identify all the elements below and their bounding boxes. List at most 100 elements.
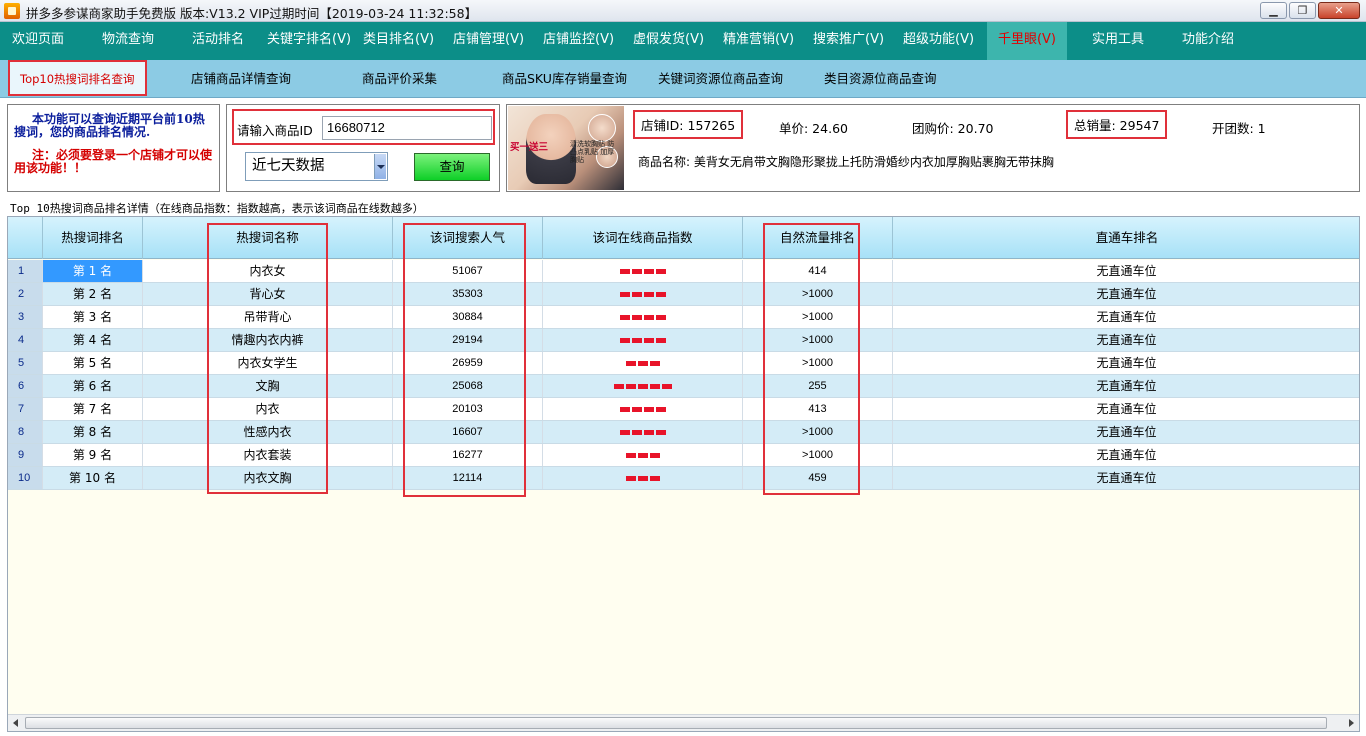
index-bar bbox=[619, 407, 630, 412]
main-menu: 欢迎页面 物流查询 活动排名 关键字排名(V) 类目排名(V) 店铺管理(V) … bbox=[0, 22, 1366, 60]
index-bars bbox=[543, 292, 742, 297]
menu-item-keyword-rank[interactable]: 关键字排名(V) bbox=[267, 22, 351, 60]
window-controls: ▁ ❐ ✕ bbox=[1260, 2, 1360, 19]
cell-online-index bbox=[543, 398, 743, 420]
index-bar bbox=[631, 338, 642, 343]
group-price: 团购价: 20.70 bbox=[912, 121, 994, 136]
header-rank[interactable]: 热搜词排名 bbox=[43, 217, 143, 259]
menu-item-qianliyan[interactable]: 千里眼(V) bbox=[987, 22, 1067, 60]
cell-zhitongche-rank: 无直通车位 bbox=[893, 283, 1359, 305]
cell-rank: 第 2 名 bbox=[43, 283, 143, 305]
horizontal-scrollbar[interactable] bbox=[8, 714, 1359, 731]
cell-zhitongche-rank: 无直通车位 bbox=[893, 306, 1359, 328]
cell-online-index bbox=[543, 306, 743, 328]
cell-online-index bbox=[543, 283, 743, 305]
product-image: 买一送三 清洗软胸贴 防凸点乳贴 加厚胸贴 bbox=[508, 106, 624, 190]
index-bar bbox=[631, 292, 642, 297]
notice-warning: 注：必须要登录一个店铺才可以使用该功能！！ bbox=[14, 148, 213, 175]
notice-text: 本功能可以查询近期平台前10热搜词，您的商品排名情况. bbox=[14, 112, 205, 139]
query-button[interactable]: 查询 bbox=[414, 153, 490, 181]
cell-zhitongche-rank: 无直通车位 bbox=[893, 421, 1359, 443]
index-bar bbox=[619, 430, 630, 435]
minimize-button[interactable]: ▁ bbox=[1260, 2, 1287, 19]
menu-item-shop-manage[interactable]: 店铺管理(V) bbox=[453, 22, 524, 60]
cell-rank: 第 9 名 bbox=[43, 444, 143, 466]
index-bar bbox=[649, 453, 660, 458]
close-button[interactable]: ✕ bbox=[1318, 2, 1360, 19]
menu-item-category-rank[interactable]: 类目排名(V) bbox=[363, 22, 434, 60]
tab-review-collect[interactable]: 商品评价采集 bbox=[362, 60, 437, 98]
app-icon bbox=[4, 3, 20, 19]
index-bar bbox=[643, 407, 654, 412]
menu-item-logistics[interactable]: 物流查询 bbox=[102, 22, 154, 60]
tab-top10-hot-words[interactable]: Top10热搜词排名查询 bbox=[8, 60, 147, 96]
header-zhitongche-rank[interactable]: 直通车排名 bbox=[893, 217, 1359, 259]
index-bar bbox=[631, 430, 642, 435]
index-bar bbox=[643, 315, 654, 320]
row-index: 1 bbox=[8, 260, 43, 282]
row-index: 2 bbox=[8, 283, 43, 305]
scrollbar-thumb[interactable] bbox=[25, 717, 1327, 729]
scroll-left-icon[interactable] bbox=[13, 719, 18, 727]
index-bar bbox=[631, 315, 642, 320]
index-bars bbox=[543, 476, 742, 481]
date-range-select[interactable]: 近七天数据 bbox=[245, 152, 388, 181]
row-index: 7 bbox=[8, 398, 43, 420]
header-online-index[interactable]: 该词在线商品指数 bbox=[543, 217, 743, 259]
row-index: 8 bbox=[8, 421, 43, 443]
index-bar bbox=[649, 476, 660, 481]
restore-button[interactable]: ❐ bbox=[1289, 2, 1316, 19]
index-bar bbox=[625, 384, 636, 389]
index-bar bbox=[637, 361, 648, 366]
cell-online-index bbox=[543, 375, 743, 397]
menu-item-intro[interactable]: 功能介绍 bbox=[1182, 22, 1234, 60]
tab-shop-product-detail[interactable]: 店铺商品详情查询 bbox=[191, 60, 291, 98]
row-index: 6 bbox=[8, 375, 43, 397]
cell-rank: 第 4 名 bbox=[43, 329, 143, 351]
product-name: 商品名称: 美背女无肩带文胸隐形聚拢上托防滑婚纱内衣加厚胸贴裹胸无带抹胸 bbox=[638, 155, 1054, 169]
menu-item-precise-marketing[interactable]: 精准营销(V) bbox=[723, 22, 794, 60]
sub-menu: Top10热搜词排名查询 店铺商品详情查询 商品评价采集 商品SKU库存销量查询… bbox=[0, 60, 1366, 98]
cell-zhitongche-rank: 无直通车位 bbox=[893, 329, 1359, 351]
index-bar bbox=[619, 338, 630, 343]
menu-item-activity-rank[interactable]: 活动排名 bbox=[192, 22, 244, 60]
cell-zhitongche-rank: 无直通车位 bbox=[893, 352, 1359, 374]
index-bar bbox=[643, 430, 654, 435]
search-panel: 请输入商品ID 16680712 近七天数据 查询 bbox=[226, 104, 500, 192]
menu-item-fake-shipping[interactable]: 虚假发货(V) bbox=[633, 22, 704, 60]
tab-category-resource[interactable]: 类目资源位商品查询 bbox=[824, 60, 937, 98]
index-bars bbox=[543, 453, 742, 458]
menu-item-tools[interactable]: 实用工具 bbox=[1092, 22, 1144, 60]
cell-rank: 第 5 名 bbox=[43, 352, 143, 374]
menu-item-welcome[interactable]: 欢迎页面 bbox=[12, 22, 64, 60]
shop-id: 店铺ID: 157265 bbox=[633, 110, 744, 139]
cell-rank: 第 3 名 bbox=[43, 306, 143, 328]
tab-sku-stock[interactable]: 商品SKU库存销量查询 bbox=[502, 60, 627, 98]
index-bar bbox=[643, 338, 654, 343]
chevron-down-icon[interactable] bbox=[374, 154, 386, 179]
index-bar bbox=[637, 384, 648, 389]
menu-item-shop-monitor[interactable]: 店铺监控(V) bbox=[543, 22, 614, 60]
cell-rank: 第 8 名 bbox=[43, 421, 143, 443]
cell-zhitongche-rank: 无直通车位 bbox=[893, 398, 1359, 420]
menu-item-super-functions[interactable]: 超级功能(V) bbox=[903, 22, 974, 60]
minimize-icon: ▁ bbox=[1269, 4, 1278, 17]
product-image-badge: 买一送三 bbox=[510, 142, 549, 153]
index-bars bbox=[543, 430, 742, 435]
cell-online-index bbox=[543, 352, 743, 374]
product-id-input[interactable]: 16680712 bbox=[322, 116, 492, 140]
index-bar bbox=[631, 269, 642, 274]
scroll-right-icon[interactable] bbox=[1349, 719, 1354, 727]
cell-online-index bbox=[543, 260, 743, 282]
product-image-text: 清洗软胸贴 防凸点乳贴 加厚胸贴 bbox=[570, 140, 615, 164]
index-bars bbox=[543, 315, 742, 320]
menu-item-search-promotion[interactable]: 搜索推广(V) bbox=[813, 22, 884, 60]
index-bars bbox=[543, 407, 742, 412]
index-bar bbox=[643, 269, 654, 274]
row-index: 5 bbox=[8, 352, 43, 374]
tab-keyword-resource[interactable]: 关键词资源位商品查询 bbox=[658, 60, 783, 98]
index-bars bbox=[543, 384, 742, 389]
total-sales: 总销量: 29547 bbox=[1066, 110, 1168, 139]
cell-zhitongche-rank: 无直通车位 bbox=[893, 467, 1359, 489]
table-caption: Top 10热搜词商品排名详情（在线商品指数：指数越高，表示该词商品在线数越多） bbox=[10, 202, 424, 215]
